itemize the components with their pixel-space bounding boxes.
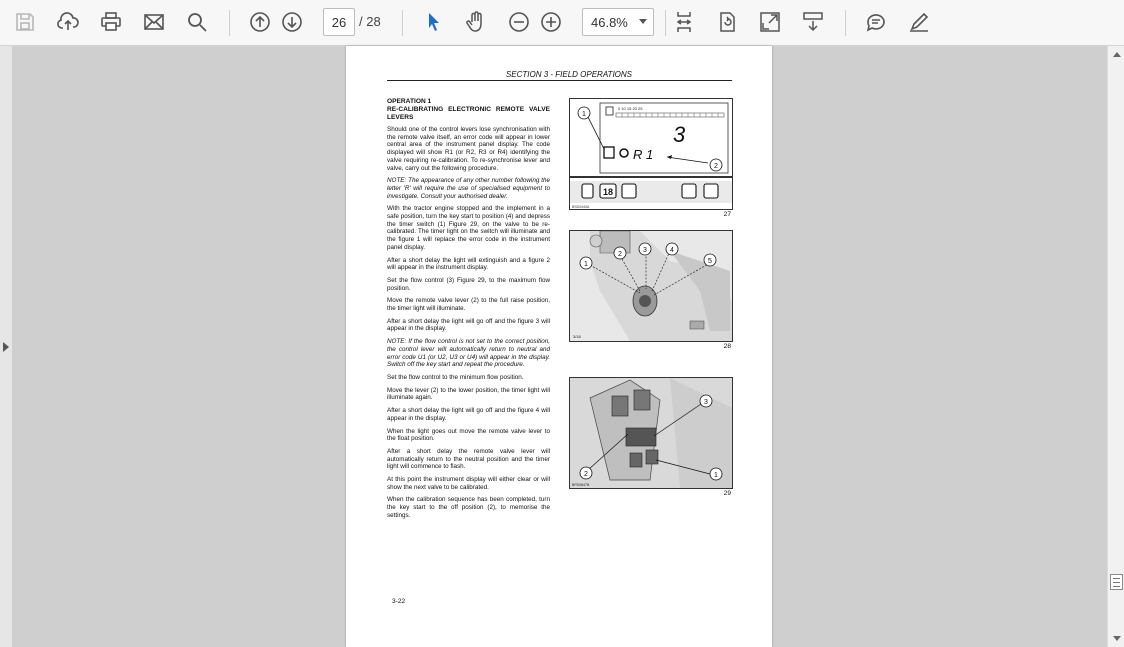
svg-text:2: 2 <box>714 163 718 170</box>
sign-icon[interactable] <box>903 6 935 38</box>
paragraph: After a short delay the light will go of… <box>387 407 550 422</box>
header-rule <box>387 80 732 81</box>
paragraph: After a short delay the light will go of… <box>387 317 550 333</box>
select-cursor-icon[interactable] <box>417 6 449 38</box>
scroll-down-icon[interactable] <box>1113 636 1121 641</box>
figure-number: 29 <box>723 490 731 497</box>
paragraph: Move the remote valve lever (2) to the f… <box>387 297 550 313</box>
scale-labels: 0 10 15 20 25 <box>618 106 643 111</box>
figure-number: 28 <box>723 343 731 350</box>
figure-29-switch-panel: 2 3 1 BPD0847B <box>569 377 733 489</box>
page-number-input[interactable]: 26 <box>323 8 355 36</box>
paragraph: Move the lever (2) to the lower position… <box>387 386 550 402</box>
fullscreen-icon[interactable] <box>754 6 786 38</box>
svg-text:1: 1 <box>714 472 718 479</box>
paragraph: Set the flow control (3) Figure 29, to t… <box>387 276 550 292</box>
document-page: SECTION 3 - FIELD OPERATIONS OPERATION 1… <box>346 46 772 647</box>
scroll-mode-icon[interactable] <box>797 6 829 38</box>
upload-icon[interactable] <box>52 6 84 38</box>
chevron-down-icon <box>639 19 647 24</box>
comment-icon[interactable] <box>860 6 892 38</box>
svg-text:5: 5 <box>708 258 712 265</box>
mail-icon[interactable] <box>138 6 170 38</box>
side-panel-toggle[interactable] <box>0 46 13 647</box>
display-value: 3 <box>673 122 686 147</box>
svg-text:4: 4 <box>670 247 674 254</box>
arrow-up-icon[interactable] <box>244 6 276 38</box>
svg-text:1: 1 <box>584 261 588 268</box>
figure-ref: BPD0847B <box>572 483 590 487</box>
section-header: SECTION 3 - FIELD OPERATIONS <box>505 70 632 79</box>
zoom-value: 46.8% <box>591 15 628 30</box>
page-number: 3-22 <box>392 598 406 605</box>
svg-text:1: 1 <box>582 111 586 118</box>
svg-text:2: 2 <box>584 471 588 478</box>
fit-page-icon[interactable] <box>668 6 700 38</box>
heading-line: OPERATION 1 <box>387 98 432 105</box>
save-icon[interactable] <box>9 6 41 38</box>
page-total: / 28 <box>359 14 381 29</box>
paragraph: When the calibration sequence has been c… <box>387 496 550 519</box>
chevron-right-icon <box>3 342 9 352</box>
search-icon[interactable] <box>181 6 213 38</box>
zoom-in-icon[interactable] <box>535 6 567 38</box>
text-column: OPERATION 1 RE-CALIBRATING ELECTRONIC REM… <box>387 98 550 525</box>
toolbar: 26 / 28 46.8% <box>0 0 1124 46</box>
svg-text:18: 18 <box>603 187 613 197</box>
print-icon[interactable] <box>95 6 127 38</box>
scrollbar-thumb[interactable] <box>1110 574 1123 590</box>
note-paragraph: NOTE: If the flow control is not set to … <box>387 338 550 369</box>
note-paragraph: NOTE: The appearance of any other number… <box>387 177 550 200</box>
error-code: R 1 <box>633 147 653 162</box>
paragraph: Should one of the control levers lose sy… <box>387 126 550 172</box>
arrow-down-icon[interactable] <box>276 6 308 38</box>
figure-27-instrument-display: 0 10 15 20 25 3 R 1 1 2 18 BSD0443A <box>569 98 733 210</box>
paragraph: With the tractor engine stopped and the … <box>387 205 550 251</box>
figure-ref: BSD0443A <box>572 205 590 209</box>
vertical-scrollbar[interactable] <box>1107 46 1124 647</box>
paragraph: After a short delay the light will extin… <box>387 256 550 272</box>
figure-ref: 3/18 <box>573 334 582 339</box>
operation-heading: OPERATION 1 RE-CALIBRATING ELECTRONIC REM… <box>387 98 550 122</box>
paragraph: Set the flow control to the minimum flow… <box>387 373 524 381</box>
figure-number: 27 <box>723 211 731 218</box>
paragraph: After a short delay the remote valve lev… <box>387 447 550 471</box>
svg-text:2: 2 <box>618 251 622 258</box>
paragraph: At this point the instrument display wil… <box>387 476 550 491</box>
zoom-select[interactable]: 46.8% <box>582 8 654 36</box>
heading-line: RE-CALIBRATING ELECTRONIC REMOTE VALVE L… <box>387 106 550 121</box>
svg-text:3: 3 <box>704 399 708 406</box>
svg-text:3: 3 <box>643 247 647 254</box>
hand-icon[interactable] <box>460 6 492 38</box>
scroll-up-icon[interactable] <box>1113 52 1121 57</box>
zoom-out-icon[interactable] <box>503 6 535 38</box>
figure-28-lever-console: 1 2 3 4 5 3/18 <box>569 230 733 342</box>
paragraph: When the light goes out move the remote … <box>387 427 550 443</box>
rotate-icon[interactable] <box>711 6 743 38</box>
